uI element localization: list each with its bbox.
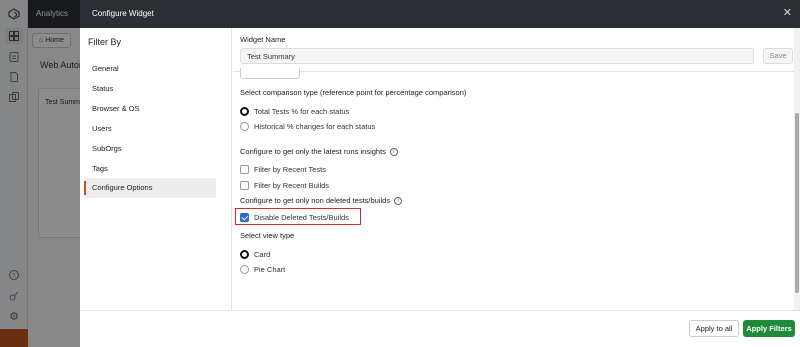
- header-divider: [233, 71, 800, 72]
- checkbox-label: Disable Deleted Tests/Builds: [254, 212, 349, 222]
- checkbox[interactable]: [240, 164, 249, 174]
- configure-options-panel: Widget Name Save Select comparison type …: [233, 28, 800, 310]
- comparison-type-label: Select comparison type (reference point …: [240, 88, 467, 97]
- radio-historical-changes[interactable]: Historical % changes for each status: [240, 120, 375, 132]
- modal-title: Configure Widget: [92, 9, 154, 18]
- sidebar-item-users[interactable]: Users: [84, 119, 216, 139]
- widget-name-input[interactable]: [240, 48, 754, 64]
- checkbox-checked[interactable]: [240, 212, 249, 222]
- sidebar-item-general[interactable]: General: [84, 59, 216, 79]
- radio-label: Total Tests % for each status: [254, 106, 350, 116]
- sidebar-item-status[interactable]: Status: [84, 79, 216, 99]
- apply-filters-button[interactable]: Apply Filters: [743, 320, 795, 337]
- scrollbar-thumb[interactable]: [795, 113, 799, 293]
- widget-name-label: Widget Name: [240, 35, 286, 44]
- content-scrollbar[interactable]: [794, 28, 800, 310]
- view-type-label: Select view type: [240, 231, 295, 240]
- checkbox-recent-builds[interactable]: Filter by Recent Builds: [240, 179, 329, 191]
- apply-to-all-button[interactable]: Apply to all: [689, 320, 739, 337]
- modal-footer: Apply to all Apply Filters: [80, 310, 800, 347]
- radio-label: Pie Chart: [254, 264, 286, 274]
- radio-label: Historical % changes for each status: [254, 121, 376, 131]
- sidebar-title: Filter By: [88, 37, 122, 47]
- status-select-partial[interactable]: [240, 68, 300, 79]
- configure-widget-modal: Configure Widget ✕ Filter By General Sta…: [80, 0, 800, 347]
- sidebar-item-browser-os[interactable]: Browser & OS: [84, 99, 216, 119]
- radio-pie-chart[interactable]: Pie Chart: [240, 263, 285, 275]
- modal-header: Configure Widget ✕: [80, 0, 800, 28]
- radio-button[interactable]: [240, 106, 249, 116]
- radio-button[interactable]: [240, 121, 249, 131]
- info-icon[interactable]: i: [394, 197, 403, 206]
- latest-runs-label: Configure to get only the latest runs in…: [240, 147, 398, 157]
- radio-card[interactable]: Card: [240, 248, 270, 260]
- checkbox-recent-tests[interactable]: Filter by Recent Tests: [240, 163, 326, 175]
- non-deleted-label: Configure to get only non deleted tests/…: [240, 196, 403, 206]
- radio-label: Card: [254, 249, 271, 259]
- sidebar-item-configure-options[interactable]: Configure Options: [84, 178, 216, 198]
- checkbox-label: Filter by Recent Builds: [254, 180, 330, 190]
- save-button[interactable]: Save: [763, 48, 793, 64]
- non-deleted-text: Configure to get only non deleted tests/…: [240, 196, 391, 205]
- checkbox[interactable]: [240, 180, 249, 190]
- radio-button[interactable]: [240, 249, 249, 259]
- sidebar-item-suborgs[interactable]: SubOrgs: [84, 139, 216, 159]
- radio-total-tests[interactable]: Total Tests % for each status: [240, 105, 349, 117]
- checkbox-disable-deleted[interactable]: Disable Deleted Tests/Builds: [240, 211, 349, 223]
- checkbox-label: Filter by Recent Tests: [254, 164, 326, 174]
- close-icon[interactable]: ✕: [783, 6, 792, 19]
- info-icon[interactable]: i: [389, 148, 398, 157]
- filter-sidebar: Filter By General Status Browser & OS Us…: [80, 28, 232, 310]
- radio-button[interactable]: [240, 264, 249, 274]
- latest-runs-text: Configure to get only the latest runs in…: [240, 147, 386, 156]
- sidebar-item-tags[interactable]: Tags: [84, 159, 216, 179]
